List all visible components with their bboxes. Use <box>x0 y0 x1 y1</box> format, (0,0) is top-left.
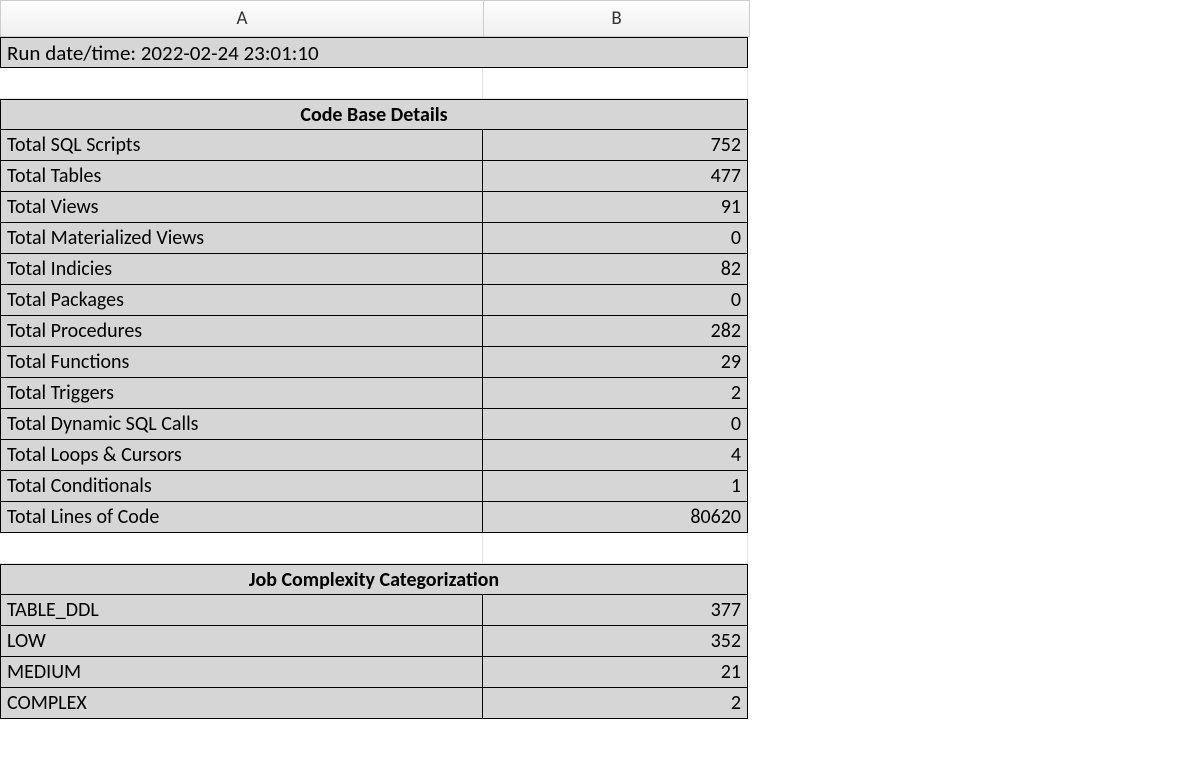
complexity-title[interactable]: Job Complexity Categorization <box>0 564 748 595</box>
metric-value[interactable]: 29 <box>483 347 748 378</box>
blank-cell[interactable] <box>483 533 748 564</box>
table-row: MEDIUM21 <box>0 657 750 688</box>
metric-label[interactable]: Total SQL Scripts <box>0 130 483 161</box>
metric-label[interactable]: Total Views <box>0 192 483 223</box>
blank-cell[interactable] <box>483 68 748 99</box>
metric-value[interactable]: 21 <box>483 657 748 688</box>
table-row: Total Dynamic SQL Calls0 <box>0 409 750 440</box>
column-header-a[interactable]: A <box>1 1 484 36</box>
table-row: Total Lines of Code80620 <box>0 502 750 533</box>
metric-label[interactable]: Total Functions <box>0 347 483 378</box>
table-row: Total Conditionals1 <box>0 471 750 502</box>
metric-value[interactable]: 0 <box>483 285 748 316</box>
column-header-b[interactable]: B <box>484 1 749 36</box>
blank-cell[interactable] <box>0 533 483 564</box>
table-row: Total Tables477 <box>0 161 750 192</box>
metric-label[interactable]: Total Lines of Code <box>0 502 483 533</box>
metric-label[interactable]: Total Tables <box>0 161 483 192</box>
metric-label[interactable]: Total Materialized Views <box>0 223 483 254</box>
metric-value[interactable]: 0 <box>483 409 748 440</box>
table-row: TABLE_DDL377 <box>0 595 750 626</box>
metric-label[interactable]: Total Triggers <box>0 378 483 409</box>
metric-value[interactable]: 0 <box>483 223 748 254</box>
spreadsheet: A B Run date/time: 2022-02-24 23:01:10 C… <box>0 0 750 719</box>
metric-value[interactable]: 477 <box>483 161 748 192</box>
metric-label[interactable]: Total Dynamic SQL Calls <box>0 409 483 440</box>
table-row: Total Triggers2 <box>0 378 750 409</box>
section-title-row: Code Base Details <box>0 99 750 130</box>
metric-value[interactable]: 2 <box>483 378 748 409</box>
metric-value[interactable]: 2 <box>483 688 748 719</box>
metric-value[interactable]: 282 <box>483 316 748 347</box>
metric-value[interactable]: 752 <box>483 130 748 161</box>
metric-value[interactable]: 377 <box>483 595 748 626</box>
code-base-title[interactable]: Code Base Details <box>0 99 748 130</box>
table-row: Total Indicies82 <box>0 254 750 285</box>
metric-label[interactable]: Total Loops & Cursors <box>0 440 483 471</box>
table-row: Total Loops & Cursors4 <box>0 440 750 471</box>
metric-label[interactable]: Total Packages <box>0 285 483 316</box>
table-row: Total Procedures282 <box>0 316 750 347</box>
table-row: Total Views91 <box>0 192 750 223</box>
metric-value[interactable]: 82 <box>483 254 748 285</box>
run-date-cell[interactable]: Run date/time: 2022-02-24 23:01:10 <box>0 37 748 68</box>
metric-label[interactable]: Total Conditionals <box>0 471 483 502</box>
metric-value[interactable]: 352 <box>483 626 748 657</box>
metric-value[interactable]: 1 <box>483 471 748 502</box>
metric-label[interactable]: TABLE_DDL <box>0 595 483 626</box>
metric-value[interactable]: 4 <box>483 440 748 471</box>
metric-label[interactable]: Total Indicies <box>0 254 483 285</box>
table-row: COMPLEX2 <box>0 688 750 719</box>
run-date-row: Run date/time: 2022-02-24 23:01:10 <box>0 37 750 68</box>
metric-label[interactable]: COMPLEX <box>0 688 483 719</box>
blank-row <box>0 533 750 564</box>
table-row: Total Functions29 <box>0 347 750 378</box>
section-title-row: Job Complexity Categorization <box>0 564 750 595</box>
blank-row <box>0 68 750 99</box>
metric-value[interactable]: 80620 <box>483 502 748 533</box>
table-row: Total SQL Scripts752 <box>0 130 750 161</box>
metric-label[interactable]: Total Procedures <box>0 316 483 347</box>
metric-label[interactable]: MEDIUM <box>0 657 483 688</box>
table-row: LOW352 <box>0 626 750 657</box>
metric-value[interactable]: 91 <box>483 192 748 223</box>
metric-label[interactable]: LOW <box>0 626 483 657</box>
column-headers: A B <box>0 0 750 37</box>
blank-cell[interactable] <box>0 68 483 99</box>
table-row: Total Packages0 <box>0 285 750 316</box>
table-row: Total Materialized Views0 <box>0 223 750 254</box>
